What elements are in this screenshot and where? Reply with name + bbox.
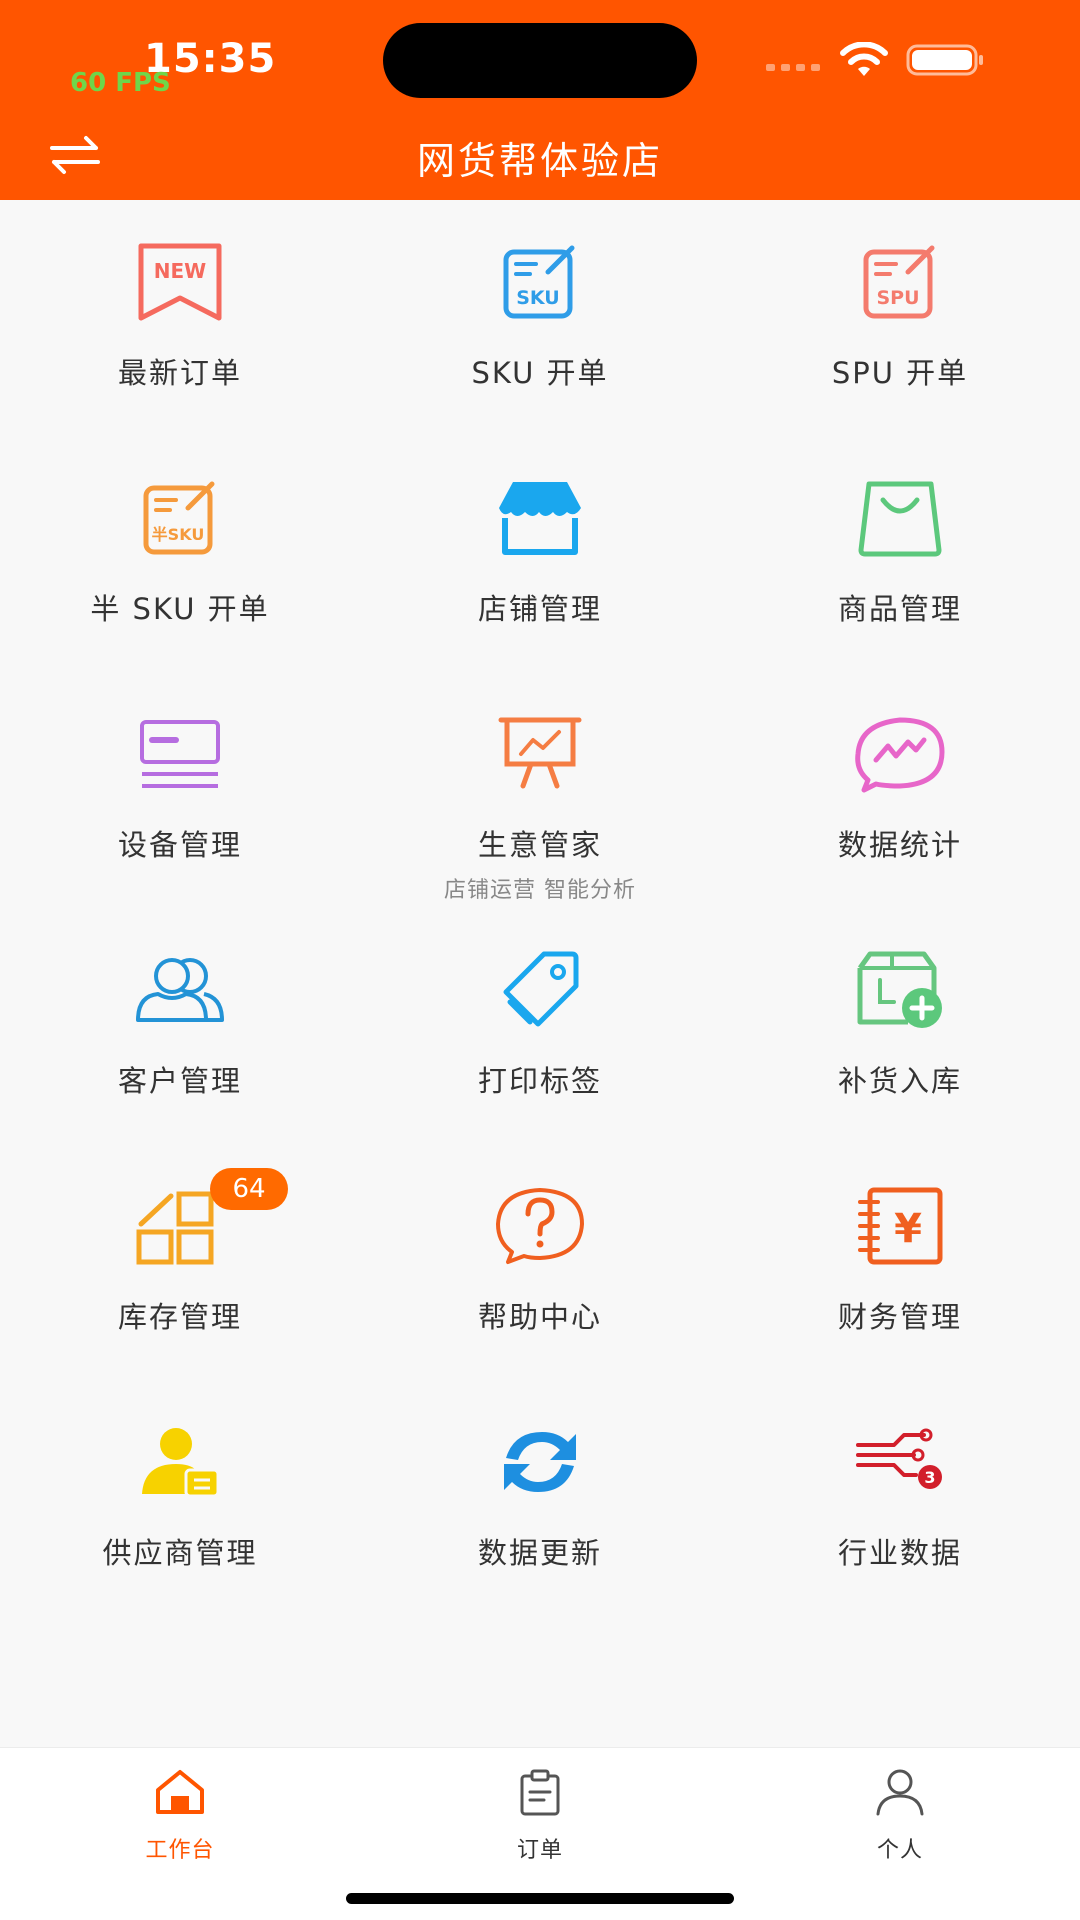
grid-item-label: 财务管理 xyxy=(837,1300,962,1334)
grid-item-sku-order[interactable]: SKU SKU 开单 xyxy=(360,200,720,436)
header: 15:35 60 FPS 网货帮体验店 xyxy=(0,0,1080,200)
grid-item-label: 打印标签 xyxy=(477,1064,602,1098)
tab-label: 个人 xyxy=(876,1838,923,1863)
svg-text:半SKU: 半SKU xyxy=(152,525,205,544)
grid-item-restock[interactable]: 补货入库 xyxy=(720,908,1080,1144)
grid-item-suppliers[interactable]: 供应商管理 xyxy=(0,1380,360,1616)
grid-item-label: 补货入库 xyxy=(837,1064,962,1098)
finance-icon: ¥ xyxy=(850,1182,950,1270)
grid-item-subtitle: 店铺运营 智能分析 xyxy=(444,878,636,903)
grid-item-label: 半 SKU 开单 xyxy=(90,592,270,626)
supplier-icon xyxy=(130,1418,230,1506)
svg-text:3: 3 xyxy=(924,1468,935,1487)
grid-item-industry-data[interactable]: 3 行业数据 xyxy=(720,1380,1080,1616)
grid-item-label: 库存管理 xyxy=(117,1300,242,1334)
grid-item-label: 客户管理 xyxy=(117,1064,242,1098)
svg-text:SKU: SKU xyxy=(516,287,560,309)
statistics-icon xyxy=(850,710,950,798)
grid-item-data-refresh[interactable]: 数据更新 xyxy=(360,1380,720,1616)
grid-item-half-sku-order[interactable]: 半SKU 半 SKU 开单 xyxy=(0,436,360,672)
grid-item-spu-order[interactable]: SPU SPU 开单 xyxy=(720,200,1080,436)
grid-item-finance[interactable]: ¥ 财务管理 xyxy=(720,1144,1080,1380)
tag-icon xyxy=(490,946,590,1034)
cellular-signal-icon xyxy=(766,64,820,71)
grid-item-label: 生意管家 xyxy=(477,828,602,862)
grid-item-label: 数据统计 xyxy=(837,828,962,862)
sku-order-icon: SKU xyxy=(490,238,590,326)
grid-item-devices[interactable]: 设备管理 xyxy=(0,672,360,908)
grid-item-customers[interactable]: 客户管理 xyxy=(0,908,360,1144)
shopping-bag-icon xyxy=(850,474,950,562)
user-icon xyxy=(876,1769,924,1816)
page-title: 网货帮体验店 xyxy=(416,139,663,183)
grid-item-label: SKU 开单 xyxy=(471,356,609,390)
customers-icon xyxy=(130,946,230,1034)
business-chart-icon xyxy=(490,710,590,798)
tab-label: 工作台 xyxy=(145,1838,215,1863)
workbench-grid: NEW 最新订单 SKU SKU 开单 SPU SPU 开单 半SKU 半 SK… xyxy=(0,200,1080,1616)
refresh-icon xyxy=(490,1418,590,1506)
grid-item-label: 店铺管理 xyxy=(477,592,602,626)
grid-item-inventory[interactable]: 64 库存管理 xyxy=(0,1144,360,1380)
grid-item-label: 供应商管理 xyxy=(102,1536,258,1570)
home-indicator[interactable] xyxy=(346,1893,734,1904)
spu-order-icon: SPU xyxy=(850,238,950,326)
grid-item-label: 设备管理 xyxy=(117,828,242,862)
grid-item-new-order[interactable]: NEW 最新订单 xyxy=(0,200,360,436)
svg-text:SPU: SPU xyxy=(876,287,919,309)
battery-icon xyxy=(906,44,983,76)
dynamic-island xyxy=(383,23,697,98)
tab-profile[interactable]: 个人 xyxy=(720,1748,1080,1868)
grid-item-print-labels[interactable]: 打印标签 xyxy=(360,908,720,1144)
grid-item-help[interactable]: 帮助中心 xyxy=(360,1144,720,1380)
clipboard-icon xyxy=(520,1769,560,1816)
svg-text:NEW: NEW xyxy=(154,259,206,283)
svg-text:¥: ¥ xyxy=(894,1206,922,1252)
grid-item-label: 数据更新 xyxy=(477,1536,602,1570)
tab-label: 订单 xyxy=(516,1838,563,1863)
help-icon xyxy=(490,1182,590,1270)
grid-item-label: SPU 开单 xyxy=(831,356,969,390)
home-icon xyxy=(156,1770,204,1814)
grid-item-statistics[interactable]: 数据统计 xyxy=(720,672,1080,908)
industry-data-icon: 3 xyxy=(850,1418,950,1506)
tab-orders[interactable]: 订单 xyxy=(360,1748,720,1868)
store-icon xyxy=(490,474,590,562)
grid-item-label: 最新订单 xyxy=(117,356,242,390)
grid-item-business-manager[interactable]: 生意管家 店铺运营 智能分析 xyxy=(360,672,720,908)
grid-item-store[interactable]: 店铺管理 xyxy=(360,436,720,672)
inventory-badge: 64 xyxy=(210,1168,288,1210)
grid-item-products[interactable]: 商品管理 xyxy=(720,436,1080,672)
grid-item-label: 行业数据 xyxy=(837,1536,962,1570)
fps-counter: 60 FPS xyxy=(70,68,171,98)
wifi-icon xyxy=(840,42,888,76)
tab-workbench[interactable]: 工作台 xyxy=(0,1748,360,1868)
grid-item-label: 商品管理 xyxy=(837,592,962,626)
new-order-icon: NEW xyxy=(130,238,230,326)
device-icon xyxy=(130,710,230,798)
half-sku-order-icon: 半SKU xyxy=(130,474,230,562)
restock-icon xyxy=(850,946,950,1034)
grid-item-label: 帮助中心 xyxy=(477,1300,602,1334)
